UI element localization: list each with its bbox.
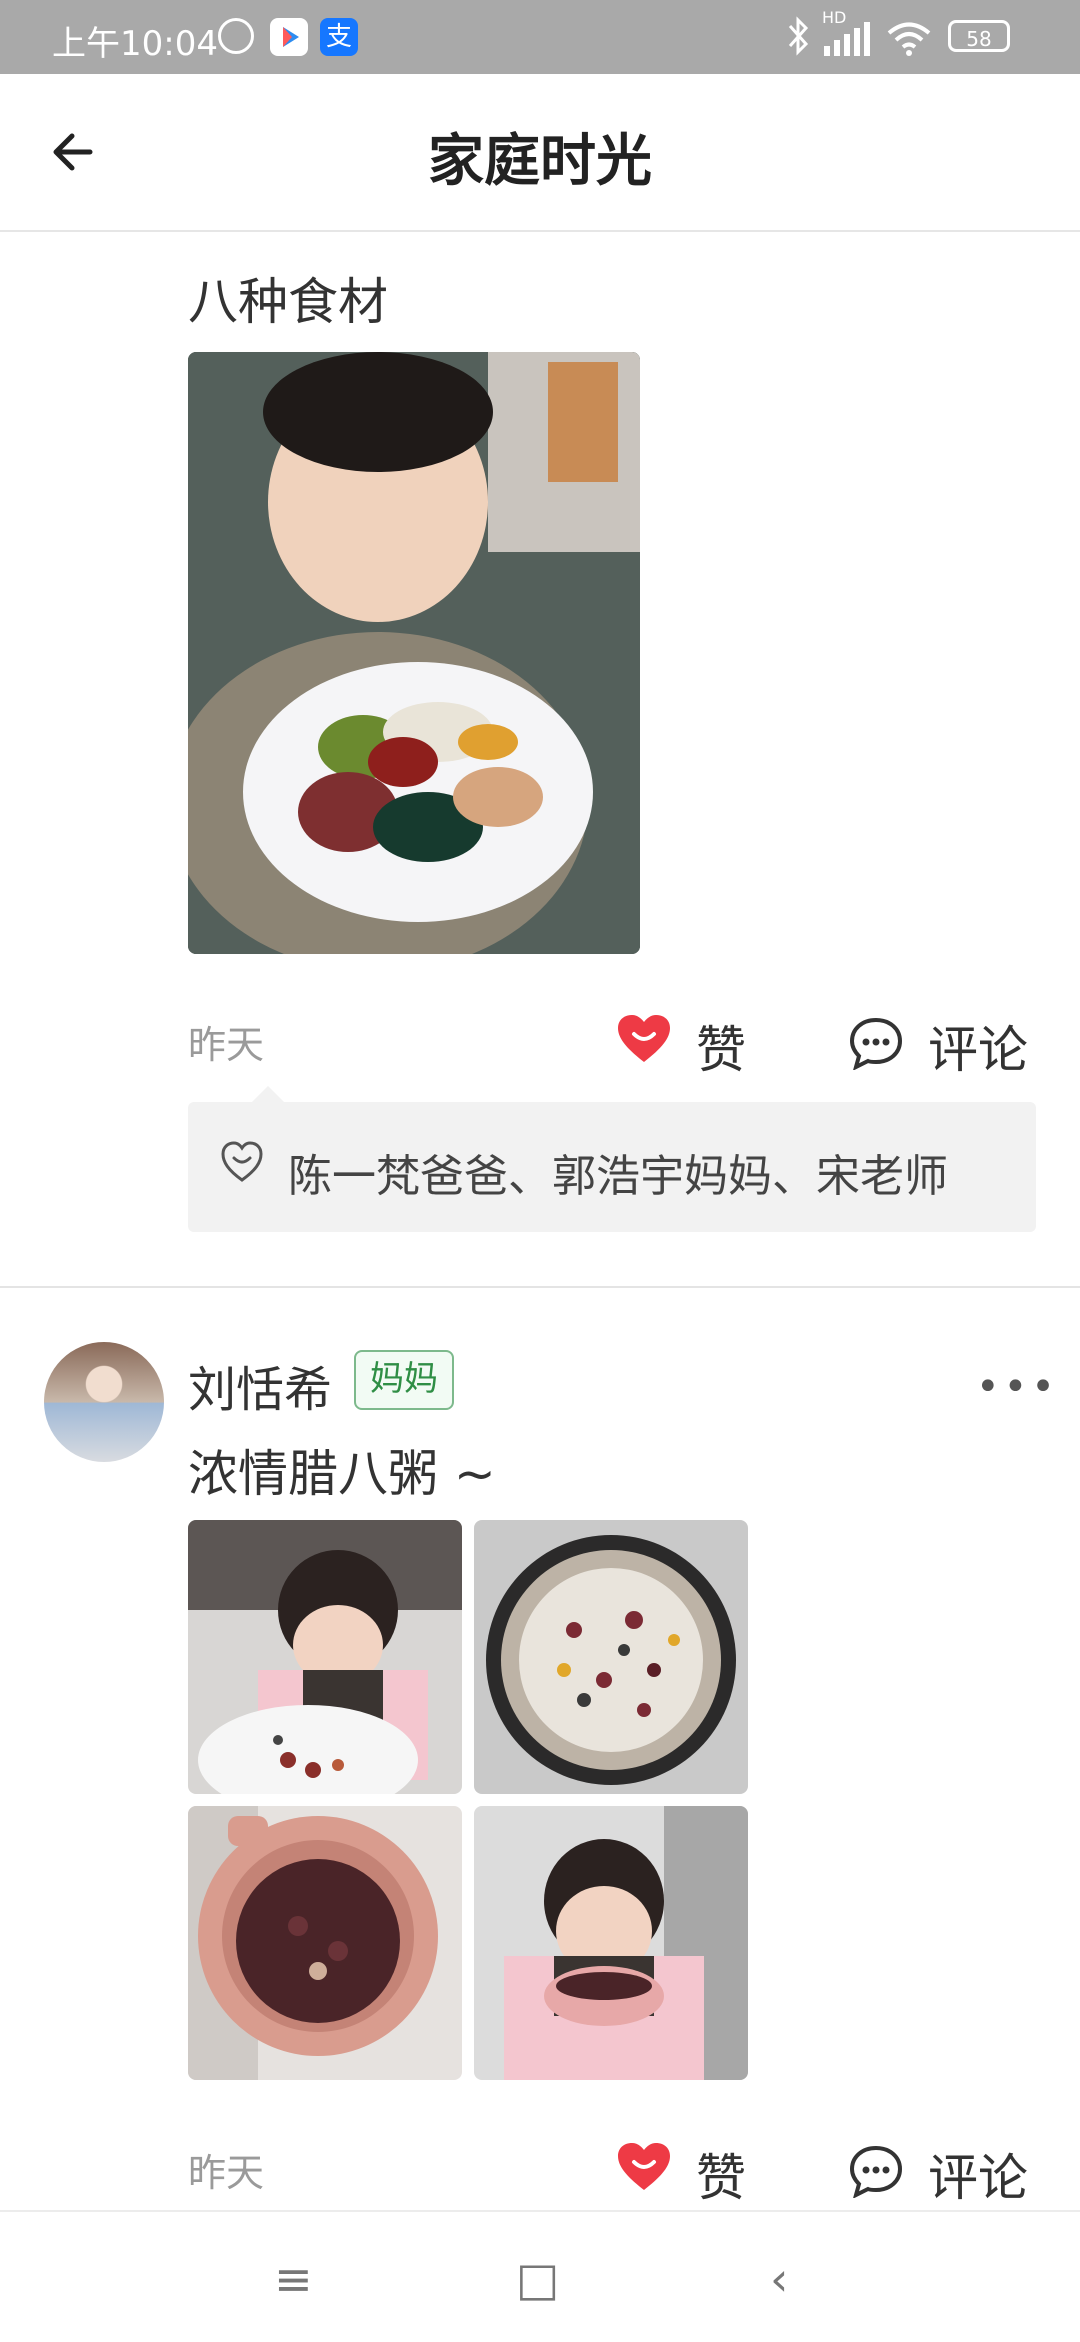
alipay-icon: 支 xyxy=(320,18,358,56)
author-name[interactable]: 刘恬希 xyxy=(188,1350,332,1420)
hd-label: HD xyxy=(822,8,847,27)
comment-label: 评论 xyxy=(928,2149,1028,2207)
post-photo[interactable] xyxy=(188,1806,462,2080)
battery-level: 58 xyxy=(966,27,992,51)
post-photo[interactable] xyxy=(474,1520,748,1794)
comment-button[interactable]: 评论 xyxy=(848,1008,1038,1079)
app-header: 家庭时光 xyxy=(0,74,1080,232)
home-nav-button[interactable]: □ xyxy=(516,2252,559,2306)
status-time: 上午10:04 xyxy=(52,24,218,64)
heart-icon xyxy=(618,2143,670,2190)
wifi-icon xyxy=(884,18,934,62)
avatar[interactable] xyxy=(44,1342,164,1462)
comment-bubble-icon xyxy=(849,2145,903,2198)
post-photo[interactable] xyxy=(474,1806,748,2080)
likes-panel: 陈一梵爸爸、郭浩宇妈妈、宋老师 xyxy=(188,1102,1036,1232)
comment-label: 评论 xyxy=(928,1021,1028,1079)
bluetooth-icon xyxy=(786,14,810,62)
back-nav-button[interactable]: ‹ xyxy=(770,2252,788,2306)
smile-icon xyxy=(221,1141,263,1182)
like-button[interactable]: 赞 xyxy=(616,1008,756,1079)
alarm-icon xyxy=(218,18,254,54)
post-text: 八种食材 xyxy=(188,273,388,331)
menu-nav-button[interactable]: ≡ xyxy=(274,2252,313,2306)
status-bar: 上午10:04 支 HD 58 xyxy=(0,0,1080,74)
battery-indicator: 58 xyxy=(948,20,1010,52)
likes-list[interactable]: 陈一梵爸爸、郭浩宇妈妈、宋老师 xyxy=(288,1140,948,1204)
role-badge: 妈妈 xyxy=(354,1350,454,1410)
heart-icon xyxy=(618,1015,670,1062)
post-text: 浓情腊八粥 ~ xyxy=(188,1445,496,1503)
system-nav-bar: ≡ □ ‹ xyxy=(0,2210,1080,2342)
like-button[interactable]: 赞 xyxy=(616,2136,756,2207)
comment-bubble-icon xyxy=(849,1017,903,1070)
page-title: 家庭时光 xyxy=(428,129,652,194)
post-photo[interactable] xyxy=(188,1520,462,1794)
like-label: 赞 xyxy=(696,1021,746,1079)
post-time: 昨天 xyxy=(188,1023,265,1067)
post-divider xyxy=(0,1286,1080,1288)
like-label: 赞 xyxy=(696,2149,746,2207)
post-photo[interactable] xyxy=(188,352,640,954)
comment-button[interactable]: 评论 xyxy=(848,2136,1038,2207)
more-options-button[interactable]: ••• xyxy=(976,1364,1059,1410)
video-app-icon xyxy=(270,18,308,56)
post-time: 昨天 xyxy=(188,2151,265,2195)
